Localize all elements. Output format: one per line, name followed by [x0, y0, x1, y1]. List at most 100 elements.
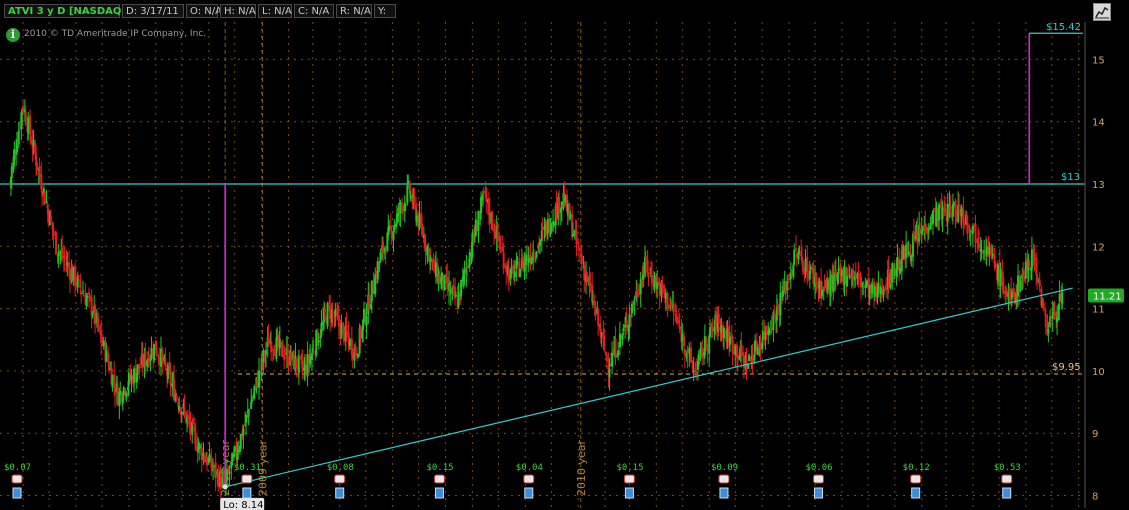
info-icon[interactable]: i — [6, 28, 20, 42]
price-chart[interactable]: 2008 year2009 year2010 year $15.42$13$9.… — [0, 0, 1129, 510]
candle-body — [376, 261, 379, 280]
candle-body — [985, 246, 988, 255]
candle-body — [624, 324, 627, 328]
candle-body — [837, 268, 840, 271]
candle-body — [384, 251, 387, 254]
candle-body — [852, 270, 855, 279]
candle-body — [158, 357, 161, 366]
candle-body — [642, 274, 645, 280]
candle-body — [519, 269, 522, 278]
candle-body — [653, 275, 656, 288]
candle-body — [125, 392, 128, 397]
candle-body — [672, 304, 675, 313]
dividend-icon[interactable] — [1002, 487, 1012, 499]
candle-body — [284, 356, 287, 358]
candle-body — [382, 241, 385, 253]
candle-body — [1010, 291, 1013, 299]
candle-body — [214, 461, 217, 479]
candle-body — [958, 204, 961, 207]
candle-body — [633, 302, 636, 305]
candle-body — [233, 446, 236, 452]
dividend-icon[interactable] — [434, 487, 444, 499]
candle-body — [583, 265, 586, 280]
y-tick-label: 15 — [1092, 55, 1105, 66]
candle-body — [952, 202, 955, 206]
dividend-icon[interactable] — [814, 487, 824, 499]
candle-body — [988, 247, 991, 255]
earnings-icon[interactable] — [1001, 474, 1013, 484]
candle-body — [924, 223, 927, 230]
candle-body — [61, 247, 64, 258]
earnings-icon[interactable] — [433, 474, 445, 484]
candle-body — [55, 232, 58, 254]
candle-body — [736, 354, 739, 359]
candle-body — [500, 246, 503, 248]
candle-body — [527, 257, 530, 263]
candle-body — [312, 350, 315, 352]
candle-body — [729, 336, 732, 345]
candle-body — [278, 339, 281, 349]
candle-body — [605, 354, 608, 362]
candle-body — [147, 354, 150, 365]
candle-body — [349, 339, 352, 346]
candle-body — [13, 149, 16, 160]
earnings-icon[interactable] — [718, 474, 730, 484]
candle-body — [133, 368, 136, 383]
candle-body — [646, 260, 649, 273]
candle-body — [290, 353, 293, 362]
candle-body — [1056, 317, 1059, 323]
candle-body — [823, 285, 826, 287]
dividend-icon[interactable] — [911, 487, 921, 499]
candle-body — [228, 471, 231, 474]
candle-body — [997, 265, 1000, 282]
candle-body — [153, 344, 156, 361]
dividend-icon[interactable] — [12, 487, 22, 499]
candle-body — [631, 304, 634, 314]
candle-body — [474, 219, 477, 236]
candle-body — [379, 252, 382, 263]
dividend-icon[interactable] — [335, 487, 345, 499]
earnings-icon[interactable] — [241, 474, 253, 484]
candle-body — [759, 343, 762, 350]
candle-body — [18, 127, 21, 129]
candle-body — [41, 191, 44, 197]
candle-body — [628, 314, 631, 328]
candle-body — [258, 372, 261, 374]
dividend-label: $0.08 — [327, 463, 354, 473]
candle-body — [482, 191, 485, 194]
candle-body — [564, 195, 567, 204]
candle-body — [600, 332, 603, 334]
earnings-icon[interactable] — [910, 474, 922, 484]
dividend-icon[interactable] — [242, 487, 252, 499]
dividend-icon[interactable] — [624, 487, 634, 499]
candle-body — [507, 268, 510, 283]
candle-body — [438, 273, 441, 283]
candle-body — [862, 285, 865, 287]
earnings-icon[interactable] — [11, 474, 23, 484]
candle-body — [846, 275, 849, 287]
y-tick-label: 10 — [1092, 367, 1105, 378]
earnings-icon[interactable] — [334, 474, 346, 484]
dividend-icon[interactable] — [719, 487, 729, 499]
dividend-label: $0.07 — [4, 463, 31, 473]
candle-body — [488, 210, 491, 223]
earnings-icon[interactable] — [523, 474, 535, 484]
earnings-icon[interactable] — [623, 474, 635, 484]
candle-body — [1049, 320, 1052, 322]
candle-body — [466, 265, 469, 268]
candle-body — [306, 354, 309, 377]
dividend-label: $0.15 — [616, 463, 643, 473]
candle-body — [974, 223, 977, 243]
candle-body — [552, 222, 555, 226]
candle-body — [650, 274, 653, 283]
candle-body — [320, 322, 323, 335]
candle-body — [532, 255, 535, 258]
candle-body — [119, 390, 122, 395]
dividend-icon[interactable] — [524, 487, 534, 499]
y-tick-label: 14 — [1092, 118, 1105, 129]
candle-body — [902, 246, 905, 260]
candle-body — [790, 270, 793, 275]
candle-body — [107, 361, 110, 371]
candle-body — [427, 250, 430, 252]
earnings-icon[interactable] — [813, 474, 825, 484]
